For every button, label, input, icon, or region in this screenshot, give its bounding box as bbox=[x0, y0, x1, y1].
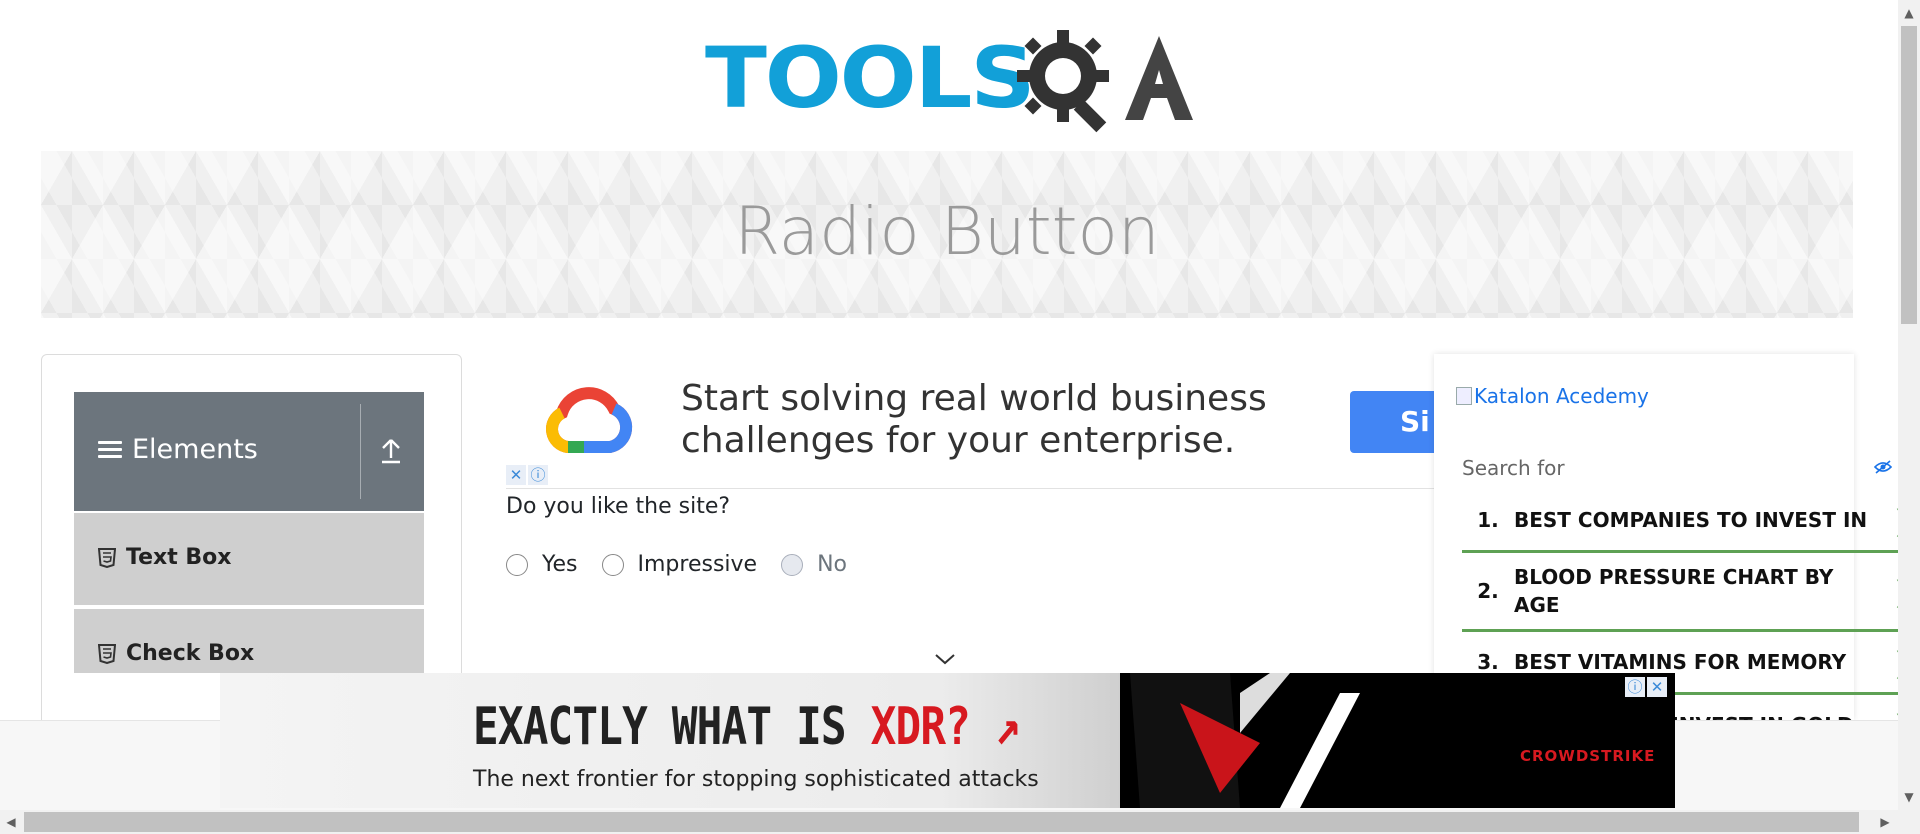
radio-circle[interactable] bbox=[506, 553, 528, 576]
ad-close-icon[interactable]: ✕ bbox=[506, 465, 526, 485]
hide-eye-icon[interactable] bbox=[1874, 460, 1892, 474]
radio-group: Yes Impressive No bbox=[506, 552, 871, 577]
vertical-scroll-thumb[interactable] bbox=[1901, 26, 1917, 324]
page-banner: Radio Button bbox=[41, 151, 1853, 318]
search-for-label: Search for bbox=[1462, 456, 1565, 480]
list-item-text[interactable]: BLOOD PRESSURE CHART BY AGE bbox=[1514, 563, 1874, 619]
broken-image[interactable]: Katalon Acedemy bbox=[1456, 384, 1649, 408]
google-cloud-ad[interactable]: Start solving real world business challe… bbox=[506, 355, 1470, 489]
katalon-ad[interactable]: Katalon Acedemy Search for 1. BEST COMPA… bbox=[1434, 354, 1916, 742]
collapse-up-icon[interactable] bbox=[379, 436, 403, 466]
list-item[interactable]: 2. BLOOD PRESSURE CHART BY AGE ❯ bbox=[1462, 553, 1916, 632]
list-item-text[interactable]: BEST VITAMINS FOR MEMORY bbox=[1514, 648, 1874, 676]
gear-magnifier-icon bbox=[1017, 30, 1109, 133]
scroll-up-icon[interactable]: ▲ bbox=[1898, 6, 1920, 20]
html5-icon bbox=[98, 643, 116, 664]
toolsqa-logo[interactable]: TOOLS bbox=[705, 22, 1193, 134]
radio-label[interactable]: Yes bbox=[542, 552, 578, 577]
ad-title-prefix: EXACTLY WHAT IS bbox=[473, 697, 871, 757]
radio-label: No bbox=[817, 552, 848, 577]
crowdstrike-ad[interactable]: EXACTLY WHAT IS XDR? ↗ The next frontier… bbox=[220, 673, 1675, 808]
broken-image-icon bbox=[1456, 387, 1472, 405]
scroll-right-icon[interactable]: ▶ bbox=[1878, 815, 1892, 829]
question-text: Do you like the site? bbox=[506, 494, 731, 519]
scroll-down-icon[interactable]: ▼ bbox=[1898, 790, 1920, 804]
list-item-number: 3. bbox=[1477, 650, 1499, 674]
chevron-down-icon[interactable] bbox=[933, 652, 957, 666]
elements-group-header[interactable]: Elements bbox=[74, 392, 424, 511]
ad-headline-line1: Start solving real world business bbox=[681, 378, 1267, 419]
radio-no: No bbox=[781, 552, 847, 577]
ad-subtitle: The next frontier for stopping sophistic… bbox=[473, 767, 1039, 792]
list-item-text[interactable]: BEST COMPANIES TO INVEST IN bbox=[1514, 506, 1874, 534]
sidebar-item-check-box[interactable]: Check Box bbox=[74, 609, 424, 675]
radio-circle[interactable] bbox=[601, 553, 624, 576]
ad-title-accent: XDR? ↗ bbox=[870, 697, 1021, 757]
falcon-graphic bbox=[1130, 673, 1360, 808]
html5-icon bbox=[98, 547, 116, 568]
list-item[interactable]: 1. BEST COMPANIES TO INVEST IN ❯ bbox=[1462, 490, 1916, 553]
page-title: Radio Button bbox=[734, 193, 1160, 270]
image-alt-text: Katalon Acedemy bbox=[1474, 384, 1649, 408]
radio-impressive[interactable]: Impressive bbox=[601, 552, 758, 577]
list-item-number: 2. bbox=[1477, 579, 1499, 603]
ad-close-icon[interactable]: ✕ bbox=[1647, 677, 1667, 697]
radio-yes[interactable]: Yes bbox=[506, 552, 578, 577]
ad-headline-line2: challenges for your enterprise. bbox=[681, 420, 1236, 461]
group-label: Elements bbox=[132, 434, 258, 465]
radio-label[interactable]: Impressive bbox=[638, 552, 758, 577]
ad-info-icon[interactable]: ⓘ bbox=[528, 465, 548, 485]
radio-circle bbox=[781, 553, 804, 576]
header-divider bbox=[360, 404, 361, 499]
ad-info-icon[interactable]: ⓘ bbox=[1625, 677, 1645, 697]
ad-title: EXACTLY WHAT IS XDR? ↗ bbox=[473, 697, 1021, 757]
sidebar-item-label: Check Box bbox=[126, 641, 255, 666]
list-item-number: 1. bbox=[1477, 508, 1499, 532]
logo-text: TOOLS bbox=[705, 29, 1036, 127]
horizontal-scroll-thumb[interactable] bbox=[24, 812, 1859, 832]
ad-brand: CROWDSTRIKE bbox=[1520, 747, 1656, 765]
cloud-logo-icon bbox=[546, 387, 633, 453]
ad-headline: Start solving real world business challe… bbox=[681, 378, 1267, 462]
sidebar-item-label: Text Box bbox=[126, 545, 232, 570]
logo-letter-a bbox=[1125, 36, 1193, 120]
sidebar-item-text-box[interactable]: Text Box bbox=[74, 513, 424, 607]
hamburger-icon bbox=[98, 437, 122, 462]
scroll-left-icon[interactable]: ◀ bbox=[4, 815, 18, 829]
